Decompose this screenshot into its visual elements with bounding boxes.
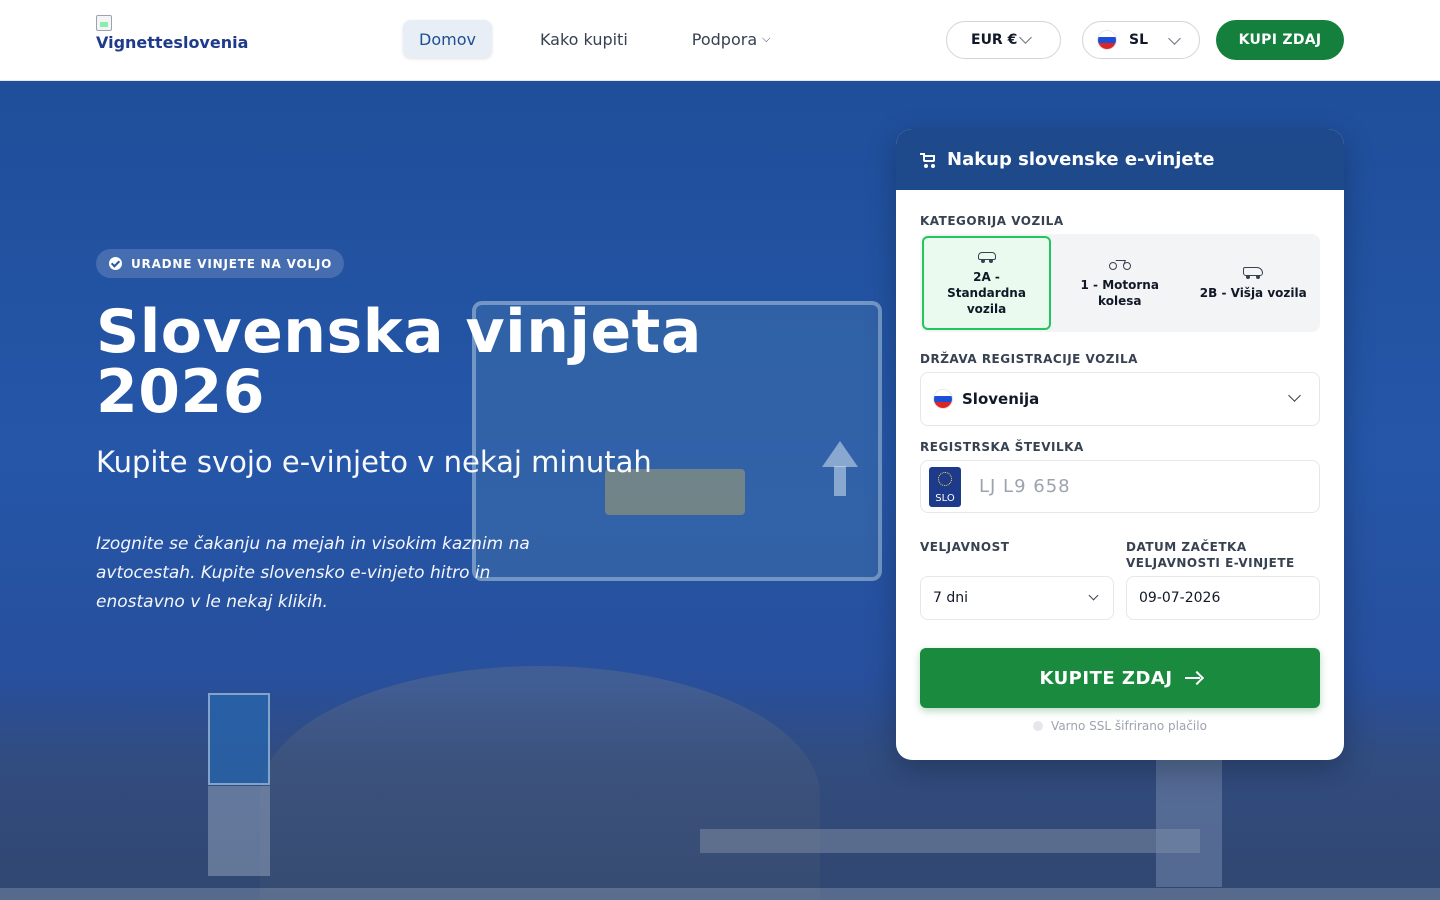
- nav-item-podpora[interactable]: Podpora ⌵: [676, 20, 787, 58]
- currency-selector[interactable]: EUR €: [946, 21, 1061, 59]
- start-date-input[interactable]: 09-07-2026: [1126, 576, 1320, 620]
- chevron-down-icon: [1088, 590, 1099, 601]
- slovenia-flag-icon: [933, 389, 953, 409]
- category-option-2b[interactable]: 2B - Višja vozila: [1187, 234, 1321, 332]
- nav-item-label: Podpora: [691, 29, 758, 49]
- plate-label: REGISTRSKA ŠTEVILKA: [920, 440, 1084, 454]
- nav-item-label: Domov: [419, 29, 476, 49]
- category-option-1[interactable]: 1 - Motorna kolesa: [1053, 234, 1187, 332]
- buy-now-submit-button[interactable]: KUPITE ZDAJ: [920, 648, 1320, 708]
- official-badge: URADNE VINJETE NA VOLJO: [96, 249, 345, 278]
- validity-label: VELJAVNOST: [920, 540, 1010, 554]
- category-option-2a[interactable]: 2A - Standardna vozila: [922, 236, 1051, 330]
- page-title: Slovenska vinjeta 2026: [96, 297, 702, 427]
- eu-plate-band: SLO: [929, 467, 961, 507]
- ssl-note-text: Varno SSL šifrirano plačilo: [1051, 719, 1207, 733]
- start-date-label: DATUM ZAČETKA VELJAVNOSTI E-VINJETE: [1126, 540, 1295, 570]
- plate-country-code: SLO: [935, 493, 955, 504]
- nav-item-label: Kako kupiti: [539, 29, 628, 49]
- main-nav: Domov Kako kupiti Podpora ⌵: [403, 20, 818, 58]
- category-option-label: 2B - Višja vozila: [1199, 286, 1307, 300]
- shopping-cart-icon: [920, 152, 937, 168]
- slovenia-flag-icon: [1097, 30, 1117, 50]
- start-date-value: 09-07-2026: [1139, 590, 1221, 606]
- badge-label: URADNE VINJETE NA VOLJO: [131, 256, 333, 271]
- motorcycle-icon: [1108, 257, 1131, 271]
- plate-input[interactable]: [979, 461, 1309, 512]
- country-value: Slovenija: [962, 390, 1040, 408]
- currency-value: EUR €: [971, 32, 1018, 48]
- chevron-down-icon: [1288, 389, 1301, 402]
- hero-background-sign-post-right: [1156, 757, 1222, 887]
- category-option-label: 2A - Standardna vozila: [947, 270, 1026, 316]
- arrow-right-icon: [1184, 671, 1201, 685]
- country-select[interactable]: Slovenija: [920, 372, 1320, 426]
- language-code: SL: [1129, 32, 1149, 48]
- site-logo[interactable]: Vignetteslovenia: [96, 15, 256, 55]
- submit-label: KUPITE ZDAJ: [1039, 667, 1173, 689]
- ssl-note: Varno SSL šifrirano plačilo: [896, 719, 1344, 733]
- nav-item-kako-kupiti[interactable]: Kako kupiti: [524, 20, 644, 58]
- category-label: KATEGORIJA VOZILA: [920, 214, 1064, 228]
- hero-background-motorway-sign: [208, 693, 270, 785]
- purchase-form-card: Nakup slovenske e-vinjete KATEGORIJA VOZ…: [896, 129, 1344, 760]
- chevron-down-icon: ⌵: [762, 32, 771, 45]
- van-icon: [1242, 265, 1264, 279]
- form-header: Nakup slovenske e-vinjete: [896, 129, 1344, 190]
- validity-select[interactable]: 7 dni: [920, 576, 1114, 620]
- hero-description: Izognite se čakanju na mejah in visokim …: [96, 534, 530, 612]
- hero-subtitle: Kupite svojo e-vinjeto v nekaj minutah: [96, 445, 652, 479]
- lock-icon: [1033, 721, 1044, 731]
- car-icon: [976, 249, 998, 263]
- hero-background-arrow-stem: [834, 466, 846, 496]
- validity-value: 7 dni: [933, 590, 969, 606]
- verified-check-icon: [109, 257, 122, 270]
- broken-image-icon: [96, 15, 112, 31]
- vehicle-category-group: 2A - Standardna vozila 1 - Motorna koles…: [920, 234, 1320, 332]
- eu-stars-icon: [938, 472, 952, 486]
- site-header: Vignetteslovenia Domov Kako kupiti Podpo…: [0, 0, 1440, 81]
- hero-background-sign-post: [208, 786, 270, 876]
- form-title: Nakup slovenske e-vinjete: [947, 149, 1215, 170]
- logo-alt-text: Vignetteslovenia: [96, 33, 249, 52]
- chevron-down-icon: [1168, 32, 1181, 45]
- country-label: DRŽAVA REGISTRACIJE VOZILA: [920, 352, 1138, 366]
- hero-background-bridge: [700, 829, 1200, 853]
- plate-field: SLO: [920, 460, 1320, 513]
- nav-item-domov[interactable]: Domov: [403, 20, 492, 58]
- category-option-label: 1 - Motorna kolesa: [1080, 278, 1159, 308]
- language-selector[interactable]: SL: [1082, 21, 1200, 59]
- hero-bottom-strip: [0, 888, 1440, 900]
- buy-now-header-button[interactable]: KUPI ZDAJ: [1216, 20, 1344, 60]
- hero-background-arrow: [822, 441, 858, 467]
- chevron-down-icon: [1019, 31, 1032, 44]
